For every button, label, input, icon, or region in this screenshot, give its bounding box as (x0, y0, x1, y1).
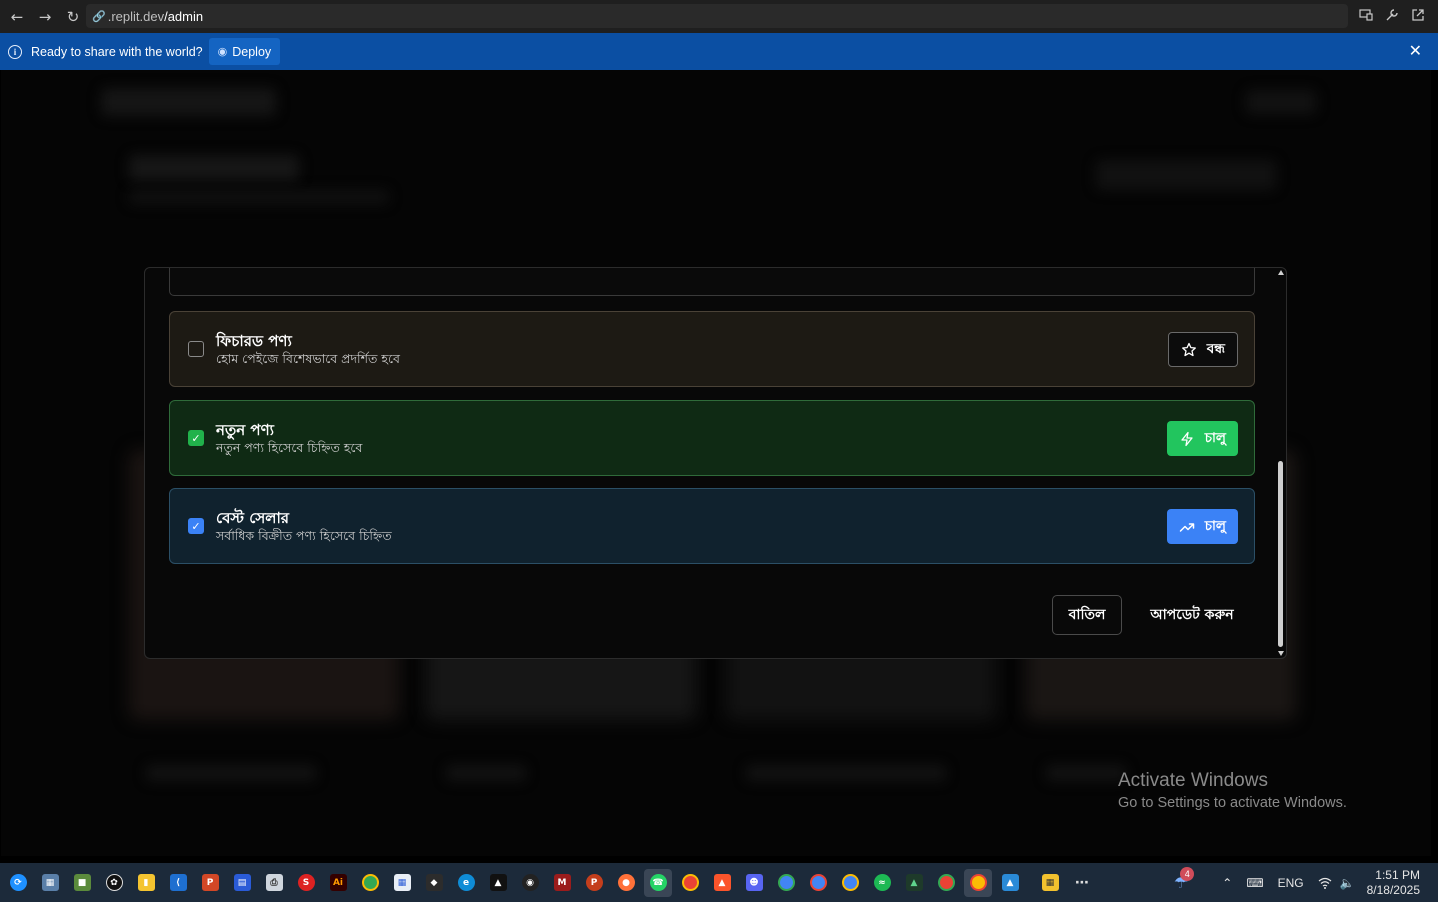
scroll-up-arrow-icon[interactable] (1278, 270, 1284, 275)
chrome-icon[interactable] (772, 869, 800, 897)
app-icon[interactable]: ◉ (516, 869, 544, 897)
wifi-icon[interactable] (1318, 877, 1332, 889)
clock-time: 1:51 PM (1375, 867, 1420, 882)
more-icon[interactable]: ⋯ (1068, 869, 1096, 897)
edge-icon[interactable]: e (452, 869, 480, 897)
toggle-label: বন্ধ (1206, 341, 1225, 357)
url-text: .replit.dev/admin (107, 8, 204, 24)
deploy-banner: i Ready to share with the world? ◉ Deplo… (0, 33, 1438, 70)
browser-toolbar: ← → ↻ 🔗 .replit.dev/admin (0, 0, 1438, 33)
chrome-icon[interactable] (804, 869, 832, 897)
close-icon[interactable]: ✕ (1409, 43, 1422, 59)
reload-icon[interactable]: ↻ (59, 3, 87, 31)
scroll-down-arrow-icon[interactable] (1278, 651, 1284, 656)
product-flags-dialog: ফিচারড পণ্য হোম পেইজে বিশেষভাবে প্রদর্শি… (144, 267, 1287, 659)
link-icon: 🔗 (92, 9, 106, 23)
volume-icon[interactable]: 🔈 (1340, 876, 1355, 890)
clock-date: 8/18/2025 (1366, 882, 1420, 897)
app-icon[interactable]: ▲ (484, 869, 512, 897)
app-icon[interactable]: ▲ (900, 869, 928, 897)
app-icon[interactable]: ■ (68, 869, 96, 897)
deploy-label: Deploy (232, 44, 272, 59)
printer-icon[interactable]: ⎙ (260, 869, 288, 897)
update-button[interactable]: আপডেট করুন (1137, 595, 1247, 635)
option-description: সর্বাধিক বিক্রীত পণ্য হিসেবে চিহ্নিত (216, 527, 392, 543)
option-best-seller[interactable]: ✓ বেস্ট সেলার সর্বাধিক বিক্রীত পণ্য হিসে… (169, 488, 1255, 564)
calendar-app-icon[interactable]: ▤ (228, 869, 256, 897)
option-description: নতুন পণ্য হিসেবে চিহ্নিত হবে (216, 439, 363, 455)
address-bar[interactable]: 🔗 .replit.dev/admin (86, 4, 1348, 28)
modal-scrollbar[interactable] (1276, 268, 1286, 658)
language-indicator[interactable]: ENG (1278, 876, 1304, 890)
forward-arrow-icon[interactable]: → (31, 3, 59, 31)
weather-icon[interactable]: ☂ 4 (1174, 866, 1195, 893)
back-arrow-icon[interactable]: ← (3, 3, 31, 31)
vscode-icon[interactable]: ⟨ (164, 869, 192, 897)
new-product-checkbox[interactable]: ✓ (188, 430, 204, 446)
chatgpt-icon[interactable]: ✿ (100, 869, 128, 897)
powerpoint-icon[interactable]: P (580, 869, 608, 897)
deploy-icon: ◉ (217, 46, 228, 58)
open-external-icon[interactable] (1410, 7, 1426, 23)
star-icon (1181, 342, 1197, 358)
app-icon[interactable]: ▦ (1036, 869, 1064, 897)
deploy-button[interactable]: ◉ Deploy (208, 38, 281, 65)
option-title: ফিচারড পণ্য (216, 331, 292, 350)
illustrator-icon[interactable]: Ai (324, 869, 352, 897)
photos-icon[interactable]: ▲ (996, 869, 1024, 897)
clock[interactable]: 1:51 PM 8/18/2025 (1367, 868, 1420, 898)
watermark-title: Activate Windows (1118, 770, 1268, 791)
lightning-icon (1179, 431, 1195, 447)
file-explorer-icon[interactable]: ▮ (132, 869, 160, 897)
whatsapp-icon[interactable]: ☎ (644, 868, 672, 897)
keyboard-icon[interactable]: ⌨ (1246, 876, 1263, 890)
info-icon: i (8, 44, 22, 59)
chrome-icon[interactable] (676, 869, 704, 897)
notification-badge: 4 (1180, 866, 1195, 881)
windows-taskbar: ⟳ ▦ ■ ✿ ▮ ⟨ P ▤ ⎙ S Ai ▦ ◆ e ▲ ◉ M P ● ☎… (0, 863, 1438, 902)
option-title: বেস্ট সেলার (216, 508, 290, 527)
app-red-icon[interactable]: S (292, 869, 320, 897)
option-title: নতুন পণ্য (216, 420, 274, 439)
spotify-icon[interactable]: ≈ (868, 869, 896, 897)
new-product-toggle-button[interactable]: চালু (1166, 421, 1238, 456)
app-icon[interactable]: M (548, 869, 576, 897)
toggle-label: চালু (1204, 430, 1226, 446)
system-tray: ☂ 4 ⌃ ⌨ ENG 🔈 1:51 PM 8/18/2025 (1174, 863, 1438, 902)
powerpoint-icon[interactable]: P (196, 869, 224, 897)
best-seller-toggle-button[interactable]: চালু (1166, 509, 1238, 544)
banner-message: Ready to share with the world? (31, 44, 203, 59)
toggle-label: চালু (1204, 518, 1226, 534)
featured-toggle-button[interactable]: বন্ধ (1167, 332, 1238, 367)
text-field[interactable] (169, 268, 1255, 296)
discord-icon[interactable]: ☻ (740, 869, 768, 897)
cancel-button[interactable]: বাতিল (1052, 595, 1122, 635)
trending-up-icon (1179, 519, 1195, 535)
featured-checkbox[interactable] (188, 341, 204, 357)
option-featured-product[interactable]: ফিচারড পণ্য হোম পেইজে বিশেষভাবে প্রদর্শি… (169, 311, 1255, 387)
devices-icon[interactable] (1358, 7, 1374, 23)
wrench-icon[interactable] (1384, 7, 1400, 23)
option-new-product[interactable]: ✓ নতুন পণ্য নতুন পণ্য হিসেবে চিহ্নিত হবে… (169, 400, 1255, 476)
chrome-icon[interactable] (964, 868, 992, 897)
chrome-icon[interactable] (932, 869, 960, 897)
brave-icon[interactable]: ▲ (708, 869, 736, 897)
firefox-icon[interactable]: ● (612, 869, 640, 897)
option-description: হোম পেইজে বিশেষভাবে প্রদর্শিত হবে (216, 350, 400, 366)
copilot-icon[interactable]: ⟳ (4, 869, 32, 897)
app-icon[interactable]: ◆ (420, 869, 448, 897)
best-seller-checkbox[interactable]: ✓ (188, 518, 204, 534)
scrollbar-thumb[interactable] (1278, 461, 1283, 647)
task-view-icon[interactable]: ▦ (36, 869, 64, 897)
activate-windows-watermark: Activate Windows Go to Settings to activ… (1118, 770, 1347, 814)
app-icon[interactable]: ▦ (388, 869, 416, 897)
watermark-subtitle: Go to Settings to activate Windows. (1118, 795, 1347, 811)
chrome-icon[interactable] (356, 869, 384, 897)
chrome-icon[interactable] (836, 869, 864, 897)
chevron-up-icon[interactable]: ⌃ (1222, 876, 1232, 890)
